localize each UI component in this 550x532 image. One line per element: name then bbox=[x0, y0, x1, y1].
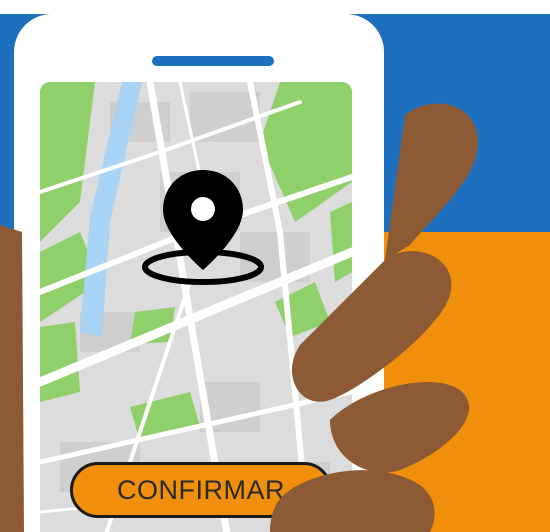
confirm-button-label: CONFIRMAR bbox=[117, 474, 285, 505]
phone-speaker bbox=[152, 56, 274, 66]
confirm-button[interactable]: CONFIRMAR bbox=[70, 462, 332, 518]
location-pin-icon bbox=[138, 168, 268, 288]
background-top-strip bbox=[0, 0, 550, 14]
illustration: CONFIRMAR bbox=[0, 0, 550, 532]
